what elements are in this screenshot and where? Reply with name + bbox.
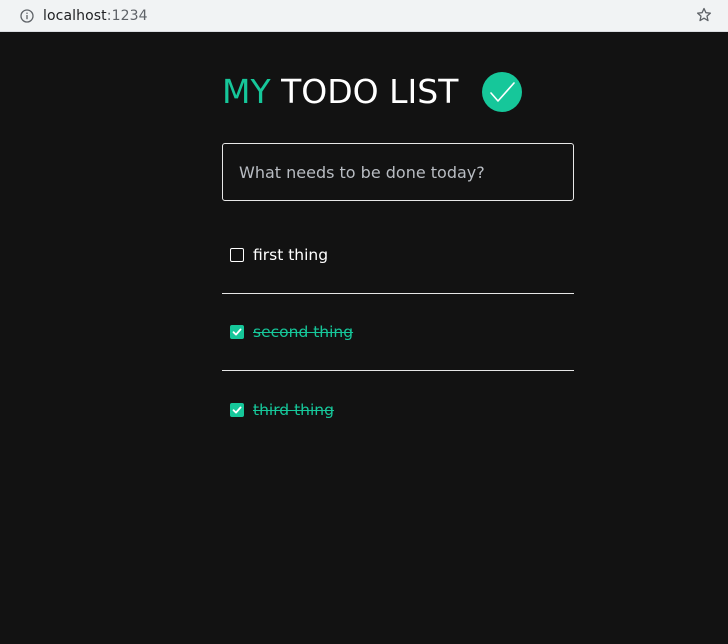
new-todo-input[interactable]: [222, 143, 574, 201]
checkmark-icon: [482, 72, 523, 112]
todo-list: first thing second thing third thing: [222, 217, 574, 448]
bookmark-star-icon[interactable]: [696, 7, 712, 23]
list-item: first thing: [222, 217, 574, 294]
url-port: :1234: [106, 7, 148, 24]
browser-address-bar[interactable]: localhost:1234: [0, 0, 728, 32]
title-rest: TODO LIST: [270, 72, 459, 111]
info-icon[interactable]: [20, 8, 34, 23]
todo-checkbox[interactable]: [230, 325, 244, 339]
todo-app: MY TODO LIST first thing second thing: [0, 32, 728, 644]
todo-label[interactable]: second thing: [253, 323, 353, 341]
page-title: MY TODO LIST: [222, 72, 458, 112]
url-host: localhost: [43, 7, 107, 24]
todo-checkbox[interactable]: [230, 402, 244, 417]
todo-label[interactable]: third thing: [253, 401, 334, 419]
check-icon: [232, 328, 242, 336]
list-item: second thing: [222, 294, 574, 371]
url-text[interactable]: localhost:1234: [43, 8, 148, 24]
title-accent: MY: [222, 72, 271, 111]
todo-label[interactable]: first thing: [253, 246, 328, 264]
header: MY TODO LIST: [222, 72, 523, 112]
check-icon: [232, 406, 242, 413]
todo-checkbox[interactable]: [230, 248, 244, 262]
list-item: third thing: [222, 371, 574, 448]
